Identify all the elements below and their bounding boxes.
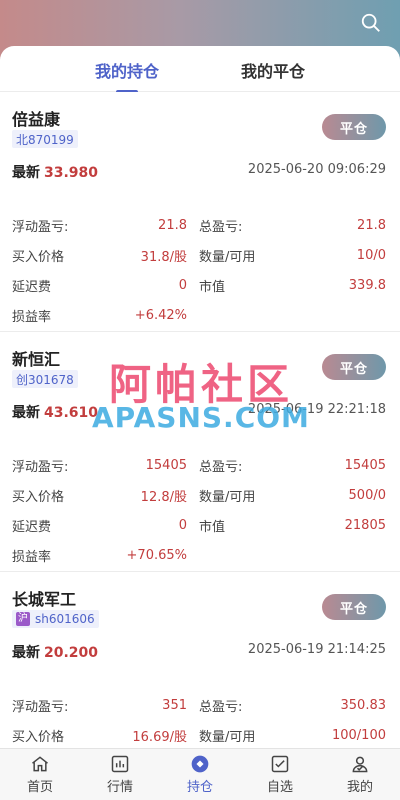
buy-price-value: 31.8/股 [140, 249, 187, 265]
latest-price: 最新 43.610 [12, 405, 99, 421]
qty-label: 数量/可用 [199, 729, 256, 745]
market-value-value: 339.8 [348, 277, 386, 293]
tab-mine-label: 我的 [346, 780, 373, 795]
tab-closed-positions[interactable]: 我的平仓 [241, 56, 305, 82]
bottom-tab-bar: 首页 行情 持仓 自选 我的 [0, 748, 400, 800]
home-icon [32, 756, 48, 772]
delay-fee-value: 0 [178, 277, 187, 293]
pnl-rate-label: 损益率 [12, 549, 52, 565]
market-value-label: 市值 [199, 519, 226, 535]
total-pnl-label: 总盈亏: [199, 459, 243, 475]
close-position-button[interactable]: 平仓 [322, 594, 386, 620]
float-pnl-value: 351 [162, 697, 187, 713]
market-value-label: 市值 [199, 279, 226, 295]
qty-value: 500/0 [348, 487, 386, 503]
tab-watchlist[interactable]: 自选 [240, 749, 320, 800]
qty-value: 10/0 [356, 247, 386, 263]
chart-icon [111, 755, 129, 773]
tab-watchlist-label: 自选 [266, 780, 293, 795]
pnl-rate-value: +70.65% [126, 547, 187, 563]
pnl-rate-label: 损益率 [12, 309, 52, 325]
buy-price-value: 12.8/股 [140, 489, 187, 505]
delay-fee-label: 延迟费 [12, 519, 52, 535]
position-icon [191, 755, 209, 773]
float-pnl-value: 15405 [145, 457, 187, 473]
buy-price-value: 16.69/股 [132, 729, 187, 745]
tab-positions-label: 持仓 [186, 780, 213, 795]
tab-positions[interactable]: 持仓 [160, 749, 240, 800]
timestamp: 2025-06-19 22:21:18 [247, 402, 386, 417]
positions-panel: 我的持仓 我的平仓 倍益康 北870199 平仓 最新 33.980 2025-0… [0, 46, 400, 748]
total-pnl-value: 21.8 [357, 217, 386, 233]
total-pnl-label: 总盈亏: [199, 219, 243, 235]
stock-name: 新恒汇 [12, 350, 61, 369]
latest-price: 最新 33.980 [12, 165, 99, 181]
market-badge: 沪 [16, 612, 30, 626]
buy-price-label: 买入价格 [12, 729, 65, 745]
stock-code: 沪 sh601606 [12, 610, 99, 628]
position-card: 倍益康 北870199 平仓 最新 33.980 2025-06-20 09:06… [0, 92, 400, 332]
market-value-value: 21805 [344, 517, 386, 533]
stock-name: 长城军工 [12, 590, 77, 609]
checkbox-icon [271, 755, 289, 773]
delay-fee-label: 延迟费 [12, 279, 52, 295]
timestamp: 2025-06-20 09:06:29 [247, 162, 386, 177]
tab-home[interactable]: 首页 [0, 749, 80, 800]
timestamp: 2025-06-19 21:14:25 [247, 642, 386, 657]
position-details: 浮动盈亏: 15405 总盈亏: 15405 买入价格 12.8/股 数量/可用 500… [12, 450, 386, 570]
tab-market-label: 行情 [106, 780, 133, 795]
total-pnl-label: 总盈亏: [199, 699, 243, 715]
total-pnl-value: 350.83 [340, 697, 387, 713]
float-pnl-label: 浮动盈亏: [12, 219, 69, 235]
position-card: 长城军工 沪 sh601606 平仓 最新 20.200 2025-06-19 21… [0, 572, 400, 748]
position-card: 新恒汇 创301678 平仓 最新 43.610 2025-06-19 22:21… [0, 332, 400, 572]
float-pnl-value: 21.8 [158, 217, 187, 233]
qty-label: 数量/可用 [199, 489, 256, 505]
float-pnl-label: 浮动盈亏: [12, 699, 69, 715]
search-icon[interactable] [360, 12, 382, 34]
buy-price-label: 买入价格 [12, 489, 65, 505]
tab-bar: 我的持仓 我的平仓 [0, 46, 400, 92]
stock-code: 创301678 [12, 370, 78, 388]
buy-price-label: 买入价格 [12, 249, 65, 265]
tab-my-positions[interactable]: 我的持仓 [95, 56, 159, 82]
close-position-button[interactable]: 平仓 [322, 114, 386, 140]
latest-price: 最新 20.200 [12, 645, 99, 661]
position-details: 浮动盈亏: 351 总盈亏: 350.83 买入价格 16.69/股 数量/可用 100… [12, 690, 386, 748]
total-pnl-value: 15405 [344, 457, 386, 473]
pnl-rate-value: +6.42% [134, 307, 187, 323]
position-details: 浮动盈亏: 21.8 总盈亏: 21.8 买入价格 31.8/股 数量/可用 10/0 … [12, 210, 386, 330]
close-position-button[interactable]: 平仓 [322, 354, 386, 380]
float-pnl-label: 浮动盈亏: [12, 459, 69, 475]
user-icon [352, 756, 368, 773]
tab-market[interactable]: 行情 [80, 749, 160, 800]
qty-label: 数量/可用 [199, 249, 256, 265]
tab-home-label: 首页 [26, 780, 53, 795]
qty-value: 100/100 [331, 727, 386, 743]
stock-name: 倍益康 [12, 110, 61, 129]
tab-mine[interactable]: 我的 [320, 749, 400, 800]
stock-code: 北870199 [12, 130, 78, 148]
delay-fee-value: 0 [178, 517, 187, 533]
